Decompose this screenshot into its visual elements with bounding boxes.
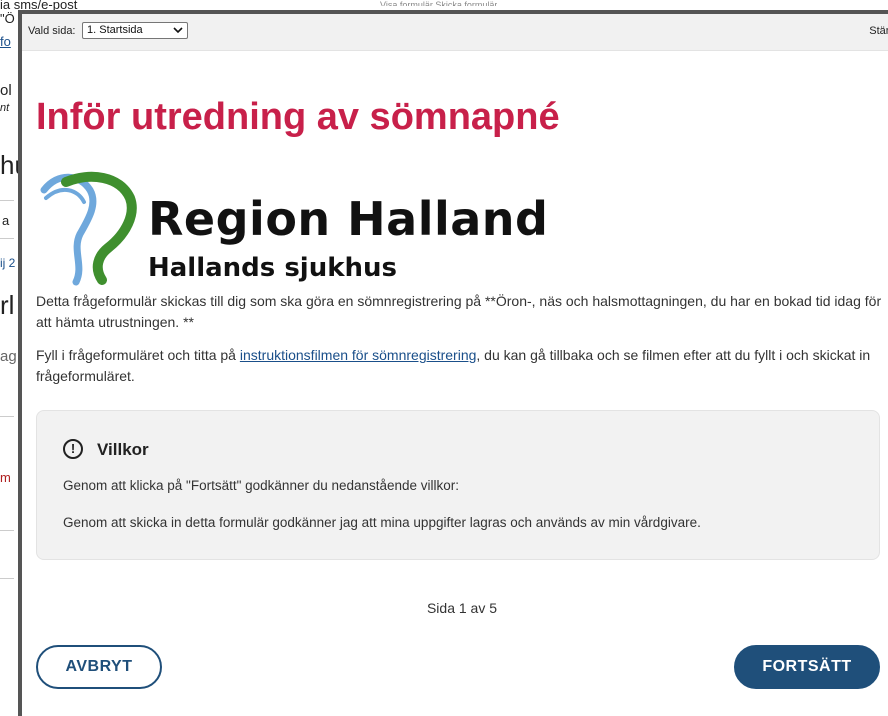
background-text: "Ö: [0, 11, 15, 26]
page-title: Inför utredning av sömnapné: [36, 96, 560, 138]
background-text: nt: [0, 102, 10, 114]
background-link[interactable]: ij 2: [0, 256, 15, 270]
background-text: m: [0, 470, 11, 485]
cancel-button[interactable]: AVBRYT: [36, 645, 162, 689]
continue-button[interactable]: FORTSÄTT: [734, 645, 880, 689]
background-divider: [0, 200, 14, 201]
background-divider: [0, 416, 14, 417]
region-halland-logo: Region Halland Hallands sjukhus: [36, 168, 548, 288]
background-text: ag: [0, 348, 17, 365]
background-divider: [0, 578, 14, 579]
background-divider: [0, 530, 14, 531]
logo-subtitle: Hallands sjukhus: [148, 253, 398, 283]
form-modal: Vald sida: 1. Startsida Stäng Inför utre…: [18, 10, 888, 716]
logo-name: Region Halland: [148, 192, 549, 246]
page-indicator: Sida 1 av 5: [426, 600, 498, 616]
instructions-before: Fyll i frågeformuläret och titta på: [36, 347, 240, 363]
close-button[interactable]: Stäng: [869, 25, 888, 37]
exclamation-circle-icon: !: [63, 439, 83, 459]
background-text: ol: [0, 82, 12, 99]
background-text: a: [2, 213, 10, 228]
page-select-value: 1. Startsida: [87, 24, 143, 36]
chevron-down-icon: [173, 27, 183, 34]
region-halland-emblem: [40, 171, 137, 286]
instructions-text: Fyll i frågeformuläret och titta på inst…: [36, 345, 886, 387]
terms-title: Villkor: [97, 440, 149, 459]
background-heading: rl: [0, 290, 15, 320]
page-select[interactable]: 1. Startsida: [82, 22, 188, 39]
instruction-video-link[interactable]: instruktionsfilmen för sömnregistrering: [240, 347, 477, 363]
intro-text: Detta frågeformulär skickas till dig som…: [36, 293, 882, 330]
page-select-label: Vald sida:: [28, 25, 76, 37]
background-top-strip: Visa formulär Skicka formulär: [380, 0, 498, 6]
background-link[interactable]: fo: [0, 34, 11, 49]
modal-toolbar: Vald sida: 1. Startsida Stäng: [22, 14, 888, 51]
terms-box: ! Villkor Genom att klicka på "Fortsätt"…: [36, 410, 880, 560]
background-divider: [0, 238, 14, 239]
terms-line: Genom att skicka in detta formulär godkä…: [63, 515, 701, 530]
terms-line: Genom att klicka på "Fortsätt" godkänner…: [63, 478, 460, 493]
